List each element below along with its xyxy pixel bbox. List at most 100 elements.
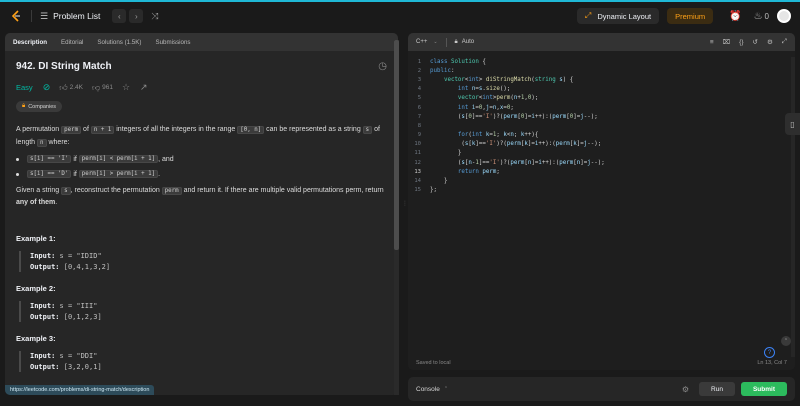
line-number: 3 [417, 76, 421, 83]
timer-icon[interactable]: ◷ [378, 61, 387, 72]
braces-icon[interactable]: {} [739, 39, 743, 46]
thumbs-down-icon: 👎︎ [91, 82, 101, 92]
dislike-button[interactable]: 👎︎ 961 [92, 83, 113, 93]
code-text: vector<int>perm(n+1,0); [457, 95, 539, 102]
code-line: 8 [408, 121, 795, 130]
line-number: 5 [417, 95, 421, 102]
line-number: 7 [417, 113, 421, 120]
tab-editorial[interactable]: Editorial [61, 39, 83, 46]
like-button[interactable]: 👍︎ 2.4K [59, 83, 83, 93]
cursor-position: Ln 13, Col 7 [757, 360, 787, 366]
notes-side-tab[interactable]: ▯ [785, 113, 800, 135]
lock-icon: 🔒︎ [22, 103, 26, 109]
chevron-down-icon[interactable]: ⌄ [433, 39, 437, 45]
submit-button[interactable]: Submit [740, 382, 787, 396]
tab-solutions[interactable]: Solutions (1.5K) [97, 39, 141, 46]
input-value: s = "IDID" [55, 252, 102, 260]
console-actions: ⚙ Run Submit [682, 382, 787, 396]
companies-tag[interactable]: 🔒︎ Companies [16, 101, 63, 112]
toolbar-separator [445, 37, 447, 47]
line-number: 1 [417, 58, 421, 65]
collapse-icon[interactable]: ⌃ [781, 336, 791, 346]
code-text: for(int k=1; k<n; k++){ [457, 132, 539, 139]
auto-mode-label[interactable]: Auto [462, 39, 474, 45]
code-text: class Solution { [430, 58, 486, 65]
code-text: return perm; [457, 168, 500, 175]
dislike-count: 961 [102, 84, 113, 91]
code-editor[interactable]: 1 class Solution { 2 public: 3 vector<int>… [408, 51, 795, 195]
share-icon[interactable]: ↗ [140, 82, 148, 93]
list-item: s[i] == 'D' if perm[i] > perm[i + 1]. [16, 170, 387, 178]
list-icon[interactable]: ☰ [40, 11, 48, 22]
code-text: } [430, 150, 462, 157]
run-button[interactable]: Run [699, 382, 735, 396]
tab-description[interactable]: Description [13, 39, 47, 46]
text: . [158, 170, 161, 178]
output-value: [0,1,2,3] [59, 312, 102, 321]
help-chat-icon[interactable]: ? [764, 347, 775, 358]
alarm-clock-icon[interactable]: ⏰ [729, 11, 741, 22]
note-icon: ▯ [790, 119, 795, 129]
code-line: 1 class Solution { [408, 57, 795, 66]
list-item: s[i] == 'I' if perm[i] < perm[i + 1], an… [16, 155, 387, 163]
code-text: public: [430, 67, 455, 74]
text: if [71, 155, 79, 163]
avatar[interactable] [777, 9, 791, 23]
text: Given a string [16, 187, 62, 194]
leetcode-logo-icon[interactable] [9, 9, 23, 23]
output-label: Output: [30, 362, 60, 371]
console-toggle[interactable]: Console [416, 386, 440, 393]
dynamic-layout-button[interactable]: ⤢ Dynamic Layout [576, 8, 660, 24]
editor-toolbar: C++ ⌄ 🔒︎ Auto ≡ ⌧ {} ↺ ⚙ ⤢ [408, 33, 795, 51]
settings-icon[interactable]: ⚙ [767, 38, 773, 46]
saved-status: Saved to local [416, 360, 451, 366]
example-box: Input: s = "DDI" Output: [3,2,0,1] [19, 351, 387, 372]
left-scrollbar[interactable] [394, 40, 399, 395]
next-problem-button[interactable]: › [129, 9, 144, 23]
console-bar: Console ⌃ ⚙ Run Submit [408, 377, 795, 401]
language-select[interactable]: C++ [416, 39, 427, 45]
nav-separator [31, 10, 32, 22]
problem-title-row: 942. DI String Match ◷ [16, 61, 387, 72]
thumbs-up-icon: 👍︎ [59, 82, 68, 92]
output-label: Output: [30, 312, 60, 321]
code-text: int n=s.size(); [457, 86, 511, 93]
coin-count: 0 [764, 11, 769, 21]
problem-title: 942. DI String Match [16, 61, 112, 72]
input-label: Input: [30, 352, 56, 360]
example-output: Output: [3,2,0,1] [30, 362, 387, 373]
code-text: } [430, 178, 448, 185]
line-number: 14 [414, 178, 421, 185]
solved-check-icon: ⊘ [42, 82, 51, 92]
problem-meta: Easy ⊘ 👍︎ 2.4K 👎︎ 961 ☆ ↗ [16, 82, 387, 93]
nav-right-group: ⤢ Dynamic Layout Premium ⏰ ♨ 0 [576, 8, 791, 24]
editor-scrollbar[interactable] [791, 57, 795, 357]
shuffle-icon[interactable]: ⤨ [151, 11, 158, 22]
scroll-thumb[interactable] [394, 40, 399, 250]
prev-problem-button[interactable]: ‹ [112, 9, 127, 23]
flame-icon[interactable]: ♨ [754, 11, 763, 22]
bookmark-icon[interactable]: ⌧ [723, 38, 731, 46]
chevron-right-icon: › [134, 11, 138, 21]
star-icon[interactable]: ☆ [122, 82, 130, 93]
debug-icon[interactable]: ⚙ [682, 385, 689, 394]
format-icon[interactable]: ≡ [710, 39, 714, 46]
text: can be represented as a string [264, 126, 363, 133]
example-input: Input: s = "DDI" [30, 351, 387, 362]
inline-code: perm [161, 187, 182, 195]
tab-submissions[interactable]: Submissions [155, 39, 190, 46]
description-panel: Description Editorial Solutions (1.5K) S… [5, 33, 398, 395]
code-text: (s[k]=='I')?(perm[k]=i++):(perm[k]=j--); [430, 141, 602, 148]
code-line: 6 int i=0,j=n,x=0; [408, 103, 795, 112]
status-url: https://leetcode.com/problems/di-string-… [5, 385, 155, 395]
premium-button[interactable]: Premium [667, 8, 714, 24]
condition-list: s[i] == 'I' if perm[i] < perm[i + 1], an… [16, 155, 387, 178]
expand-icon[interactable]: ⤢ [782, 38, 787, 46]
reset-icon[interactable]: ↺ [753, 38, 758, 46]
code-text: vector<int> diStringMatch(string s) { [443, 76, 574, 83]
text: of [81, 126, 91, 133]
chevron-up-icon[interactable]: ⌃ [444, 386, 448, 392]
code-text: int i=0,j=n,x=0; [457, 104, 514, 111]
problem-list-link[interactable]: Problem List [53, 11, 100, 21]
problem-task: Given a string s, reconstruct the permut… [16, 185, 387, 208]
